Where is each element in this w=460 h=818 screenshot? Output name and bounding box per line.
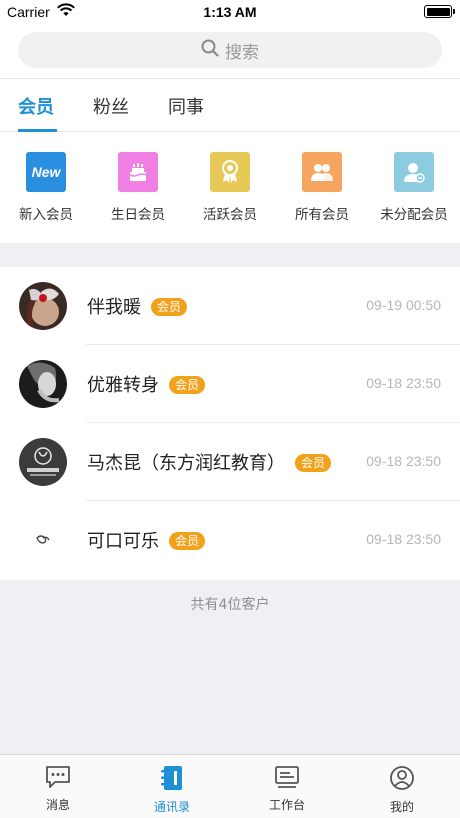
contact-time: 09-18 23:50	[366, 453, 441, 469]
avatar	[19, 438, 67, 486]
contact-time: 09-18 23:50	[366, 375, 441, 391]
group-icon	[302, 152, 342, 192]
contact-list: 伴我暖 会员 09-19 00:50 优雅转身 会员 09-18 23:50 马…	[0, 267, 460, 580]
contact-name: 伴我暖 会员	[87, 293, 188, 319]
contact-name-text: 可口可乐	[87, 531, 159, 552]
tab-messages[interactable]: 消息	[18, 765, 98, 813]
contact-time: 09-18 23:50	[366, 531, 441, 547]
member-categories: New 新入会员 生日会员 活跃会员 所有会员 未分配会员	[0, 132, 460, 243]
medal-icon	[210, 152, 250, 192]
message-icon	[45, 766, 71, 793]
profile-icon	[389, 766, 415, 795]
search-header: 搜索	[0, 24, 460, 78]
search-placeholder: 搜索	[225, 42, 259, 63]
search-input[interactable]: 搜索	[18, 32, 442, 68]
cake-icon	[118, 152, 158, 192]
list-item[interactable]: 优雅转身 会员 09-18 23:50	[0, 345, 460, 423]
avatar	[19, 360, 67, 408]
customer-count: 共有4位客户	[190, 597, 270, 613]
search-icon	[201, 39, 219, 61]
tab-label: 消息	[45, 798, 70, 812]
tab-label: 工作台	[268, 798, 305, 812]
contact-name-text: 马杰昆（东方润红教育）	[87, 453, 285, 474]
tab-colleagues[interactable]: 同事	[168, 93, 204, 133]
list-item[interactable]: 马杰昆（东方润红教育） 会员 09-18 23:50	[0, 423, 460, 501]
new-icon: New	[26, 152, 66, 192]
tab-contacts[interactable]: 通讯录	[132, 765, 212, 815]
status-bar: Carrier 1:13 AM	[0, 0, 460, 24]
member-badge: 会员	[169, 532, 206, 550]
tab-label: 我的	[389, 800, 414, 814]
bottom-tab-bar: 消息 通讯录 工作台 我的	[0, 754, 460, 818]
category-label: 未分配会员	[380, 207, 448, 223]
contact-time: 09-19 00:50	[366, 297, 441, 313]
tab-workbench[interactable]: 工作台	[247, 765, 327, 813]
workbench-icon	[274, 766, 300, 793]
tab-label: 通讯录	[153, 800, 190, 814]
list-item[interactable]: 可口可乐 会员 09-18 23:50	[0, 501, 460, 579]
contact-tabs: 会员 粉丝 同事	[0, 78, 460, 132]
tab-members[interactable]: 会员	[18, 93, 54, 133]
unassigned-user-icon	[394, 152, 434, 192]
member-badge: 会员	[295, 454, 332, 472]
avatar	[19, 282, 67, 330]
member-badge: 会员	[151, 298, 188, 316]
tab-fans[interactable]: 粉丝	[93, 93, 129, 133]
category-label: 所有会员	[295, 207, 349, 223]
category-birthday-members[interactable]: 生日会员	[92, 152, 184, 223]
category-label: 新入会员	[19, 207, 73, 223]
battery-icon	[424, 5, 455, 18]
category-all-members[interactable]: 所有会员	[276, 152, 368, 223]
contact-name-text: 伴我暖	[87, 297, 141, 318]
category-unassigned-members[interactable]: 未分配会员	[368, 152, 460, 223]
category-label: 活跃会员	[203, 207, 257, 223]
tab-profile[interactable]: 我的	[362, 765, 442, 815]
contact-name: 马杰昆（东方润红教育） 会员	[87, 449, 332, 475]
contacts-icon	[160, 766, 184, 795]
contact-name-text: 优雅转身	[87, 375, 159, 396]
list-item[interactable]: 伴我暖 会员 09-19 00:50	[0, 267, 460, 345]
contact-name: 可口可乐 会员	[87, 527, 206, 553]
clock: 1:13 AM	[203, 4, 257, 20]
category-label: 生日会员	[111, 207, 165, 223]
member-badge: 会员	[169, 376, 206, 394]
contact-name: 优雅转身 会员	[87, 371, 206, 397]
new-icon-text: New	[31, 164, 61, 180]
avatar	[19, 516, 67, 564]
category-active-members[interactable]: 活跃会员	[184, 152, 276, 223]
category-new-members[interactable]: New 新入会员	[0, 152, 92, 223]
